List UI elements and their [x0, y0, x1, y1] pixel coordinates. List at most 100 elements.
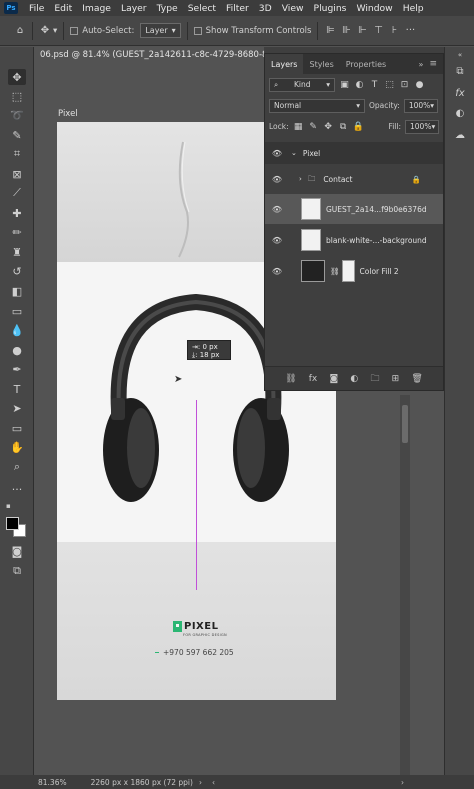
menu-select[interactable]: Select [183, 3, 221, 14]
expand-chevron-icon[interactable]: ⌄ [291, 149, 297, 157]
layer-row-color-fill[interactable]: 👁 ⛓ Color Fill 2 [265, 256, 443, 286]
artboard-label[interactable]: Pixel [58, 109, 78, 119]
checkbox-box[interactable] [70, 26, 79, 35]
gradient-tool-icon[interactable]: ▭ [8, 303, 26, 319]
align-left-icon[interactable]: ⊫ [324, 25, 336, 37]
menu-file[interactable]: File [24, 3, 49, 14]
zoom-tool-icon[interactable]: ⌕ [8, 459, 26, 475]
align-right-icon[interactable]: ⊩ [356, 25, 368, 37]
auto-select-checkbox[interactable]: Auto-Select: [70, 26, 134, 36]
vertical-scrollbar[interactable] [400, 395, 410, 775]
pixel-filter-icon[interactable]: ▣ [339, 80, 350, 90]
lock-artboard-icon[interactable]: ⧉ [338, 122, 349, 132]
link-layers-icon[interactable]: ⛓ [285, 374, 296, 384]
zoom-level[interactable]: 81.36% [38, 778, 67, 787]
new-group-icon[interactable]: 🗀 [370, 371, 379, 387]
more-tools-icon[interactable]: ··· [8, 481, 26, 497]
lock-position-icon[interactable]: ✥ [323, 122, 334, 132]
lock-all-icon[interactable]: 🔒 [353, 122, 364, 132]
fx-panel-icon[interactable]: fx [452, 85, 468, 101]
foreground-color-swatch[interactable] [6, 517, 19, 530]
fx-icon[interactable]: fx [309, 374, 318, 384]
move-tool-icon[interactable]: ✥ [8, 69, 26, 85]
hand-tool-icon[interactable]: ✋ [8, 439, 26, 455]
blend-mode-dropdown[interactable]: Normal ▾ [269, 98, 365, 113]
collapse-icon[interactable]: « [452, 47, 468, 63]
add-mask-icon[interactable]: ◙ [329, 374, 338, 384]
frame-tool-icon[interactable]: ⊠ [8, 166, 26, 182]
document-tab[interactable]: 06.psd @ 81.4% (GUEST_2a142611-c8c-4729-… [34, 47, 264, 63]
smart-object-filter-icon[interactable]: ⊡ [399, 80, 410, 90]
pen-tool-icon[interactable]: ✒ [8, 361, 26, 377]
panel-menu-icon[interactable]: ≡ [429, 59, 437, 69]
home-icon[interactable]: ⌂ [14, 25, 26, 37]
visibility-eye-icon[interactable]: 👁 [265, 175, 289, 184]
tab-properties[interactable]: Properties [340, 54, 392, 74]
type-tool-icon[interactable]: T [8, 381, 26, 397]
layer-row-guest[interactable]: 👁 GUEST_2a14...f9b0e6376d [265, 194, 443, 224]
quick-mask-icon[interactable]: ◙ [8, 543, 26, 559]
healing-brush-icon[interactable]: ✚ [8, 205, 26, 221]
eyedropper-tool-icon[interactable]: ⟋ [8, 185, 26, 201]
menu-type[interactable]: Type [152, 3, 183, 14]
lock-pixels-icon[interactable]: ✎ [308, 122, 319, 132]
blur-tool-icon[interactable]: 💧 [8, 322, 26, 338]
scroll-left-icon[interactable]: ‹ [212, 778, 215, 787]
shape-filter-icon[interactable]: ⬚ [384, 80, 395, 90]
visibility-eye-icon[interactable]: 👁 [265, 149, 289, 158]
clone-stamp-icon[interactable]: ♜ [8, 244, 26, 260]
fill-field[interactable]: 100% ▾ [405, 119, 439, 134]
marquee-tool-icon[interactable]: ⬚ [8, 88, 26, 104]
auto-select-target-dropdown[interactable]: Layer ▾ [140, 23, 181, 38]
menu-window[interactable]: Window [351, 3, 397, 14]
expand-chevron-icon[interactable]: › [299, 175, 302, 183]
lasso-tool-icon[interactable]: ➰ [8, 107, 26, 123]
visibility-eye-icon[interactable]: 👁 [265, 236, 289, 245]
link-icon[interactable]: ⛓ [330, 267, 340, 276]
lock-transparency-icon[interactable]: ▦ [293, 122, 304, 132]
checkbox-box[interactable] [193, 26, 202, 35]
layer-row-background[interactable]: 👁 blank-white-...-background [265, 225, 443, 255]
menu-layer[interactable]: Layer [116, 3, 152, 14]
path-select-icon[interactable]: ➤ [8, 400, 26, 416]
collapse-icon[interactable]: » [419, 60, 424, 69]
rectangle-tool-icon[interactable]: ▭ [8, 420, 26, 436]
kind-filter-dropdown[interactable]: ⌕ Kind ▾ [269, 77, 335, 92]
layer-row-pixel[interactable]: 👁 ⌄ Pixel [265, 142, 443, 164]
layer-row-contact[interactable]: 👁 › 🗀 Contact 🔒 [265, 164, 443, 194]
align-center-icon[interactable]: ⊪ [340, 25, 352, 37]
menu-3d[interactable]: 3D [254, 3, 277, 14]
align-top-icon[interactable]: ⊤ [372, 25, 384, 37]
align-middle-icon[interactable]: ⊦ [388, 25, 400, 37]
menu-filter[interactable]: Filter [221, 3, 254, 14]
adjustment-layer-icon[interactable]: ◐ [350, 374, 358, 384]
eraser-tool-icon[interactable]: ◧ [8, 283, 26, 299]
tool-preset-chevron-icon[interactable]: ▾ [53, 26, 57, 36]
quick-select-tool-icon[interactable]: ✎ [8, 127, 26, 143]
menu-plugins[interactable]: Plugins [309, 3, 352, 14]
visibility-eye-icon[interactable]: 👁 [265, 205, 289, 214]
tab-styles[interactable]: Styles [303, 54, 339, 74]
menu-edit[interactable]: Edit [49, 3, 77, 14]
filter-toggle-icon[interactable]: ● [414, 80, 425, 90]
adjustments-panel-icon[interactable]: ◐ [452, 105, 468, 121]
menu-help[interactable]: Help [398, 3, 429, 14]
status-menu-chevron-icon[interactable]: › [199, 778, 202, 787]
more-options-icon[interactable]: ··· [404, 25, 416, 37]
tab-layers[interactable]: Layers [265, 54, 304, 74]
screen-mode-icon[interactable]: ⧉ [8, 563, 26, 579]
menu-view[interactable]: View [277, 3, 309, 14]
opacity-field[interactable]: 100% ▾ [403, 98, 438, 113]
visibility-eye-icon[interactable]: 👁 [265, 267, 289, 276]
crop-tool-icon[interactable]: ⌗ [8, 146, 26, 162]
layers-panel-icon[interactable]: ⧉ [452, 63, 468, 79]
type-filter-icon[interactable]: T [369, 80, 380, 90]
scroll-right-icon[interactable]: › [401, 778, 404, 787]
new-layer-icon[interactable]: ⊞ [392, 374, 400, 384]
move-tool-icon[interactable]: ✥ [39, 25, 51, 37]
menu-image[interactable]: Image [77, 3, 116, 14]
delete-layer-icon[interactable]: 🗑 [411, 374, 422, 384]
dodge-tool-icon[interactable]: ● [8, 342, 26, 358]
history-brush-icon[interactable]: ↺ [8, 263, 26, 279]
show-transform-checkbox[interactable]: Show Transform Controls [193, 26, 311, 36]
